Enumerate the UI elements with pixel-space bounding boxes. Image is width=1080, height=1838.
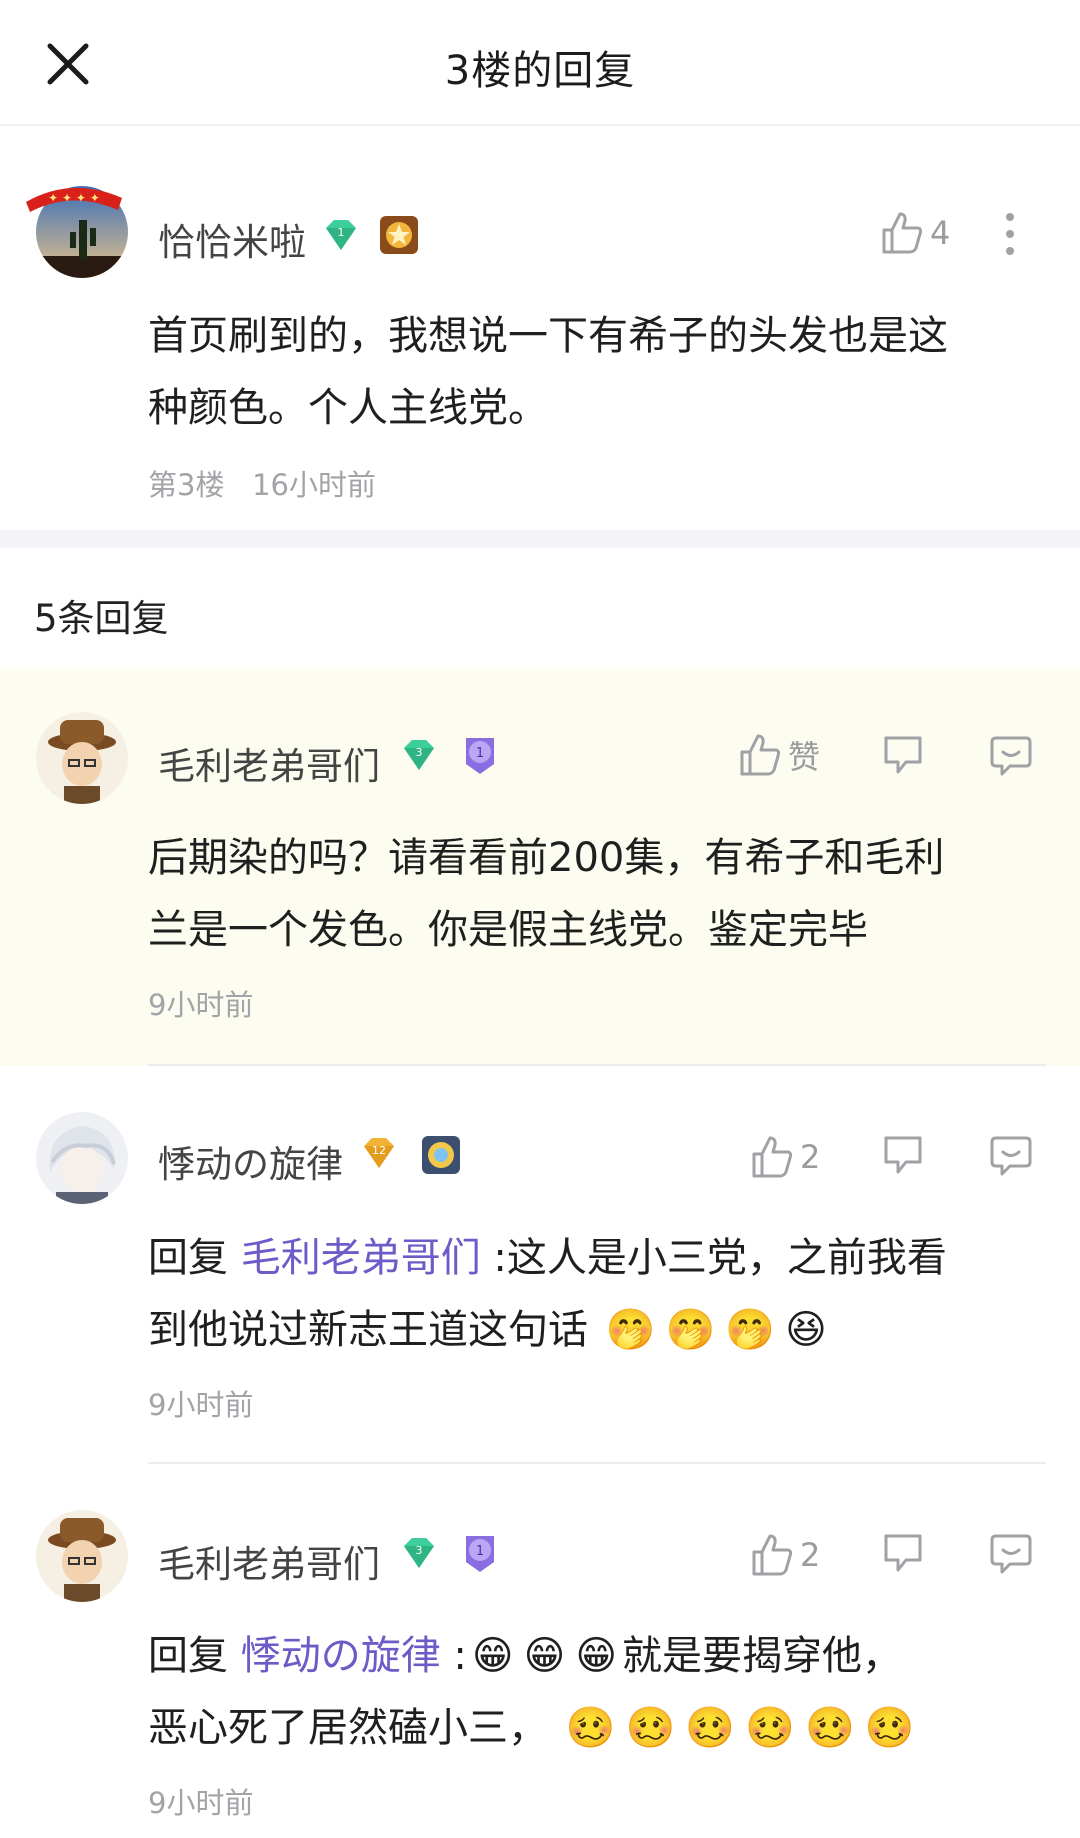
mention-link[interactable]: 悸动の旋律	[241, 1633, 441, 1679]
level-gem-icon: 3	[398, 1534, 440, 1578]
section-divider	[0, 530, 1080, 548]
medal-icon	[420, 1134, 462, 1180]
level-gem-icon: 1	[320, 216, 362, 260]
avatar[interactable]	[36, 1112, 128, 1204]
page-title: 3楼的回复	[444, 48, 636, 94]
reply-comment-icon[interactable]	[988, 1132, 1034, 1182]
like-count: 2	[800, 1138, 821, 1176]
thumbs-up-icon	[740, 734, 781, 776]
svg-text:1: 1	[476, 746, 484, 761]
reply-text: 回复 毛利老弟哥们 :这人是小三党，之前我看 到他说过新志王道这句话 🤭 🤭 🤭 😆	[148, 1235, 947, 1353]
woozy-emoji-icon: 🥴	[864, 1705, 915, 1751]
svg-text:3: 3	[416, 1544, 423, 1557]
dislike-icon[interactable]	[880, 732, 926, 782]
avatar-frame-ribbon: ✦ ✦ ✦ ✦	[22, 180, 126, 220]
like-button[interactable]: 赞	[738, 732, 820, 778]
top-bar: 3楼的回复	[0, 0, 1080, 126]
grinning-emoji-icon: 😁	[523, 1633, 566, 1679]
floor-number: 第3楼	[148, 468, 225, 502]
woozy-emoji-icon: 🥴	[625, 1705, 676, 1751]
covering-mouth-emoji-icon: 🤭	[605, 1307, 656, 1353]
like-label: 赞	[788, 738, 821, 776]
avatar[interactable]	[36, 1510, 128, 1602]
level-gem-icon: 12	[358, 1134, 400, 1178]
grinning-emoji-icon: 😁	[471, 1633, 514, 1679]
like-button[interactable]: 2	[750, 1532, 820, 1578]
laughing-emoji-icon: 😆	[785, 1307, 827, 1353]
woozy-emoji-icon: 🥴	[804, 1705, 855, 1751]
svg-text:1: 1	[476, 1544, 484, 1559]
dislike-icon[interactable]	[880, 1132, 926, 1182]
woozy-emoji-icon: 🥴	[745, 1705, 795, 1751]
thumbs-up-icon	[752, 1534, 793, 1576]
replies-count-header: 5条回复	[34, 597, 169, 640]
username[interactable]: 恰恰米啦	[158, 212, 306, 266]
reply-comment-icon[interactable]	[988, 1530, 1034, 1580]
reply-time: 9小时前	[148, 1388, 254, 1422]
woozy-emoji-icon: 🥴	[565, 1705, 616, 1751]
level-gem-icon: 3	[398, 736, 440, 780]
medal-icon: 1	[460, 734, 500, 782]
woozy-emoji-icon: 🥴	[685, 1705, 736, 1751]
svg-text:✦ ✦ ✦ ✦: ✦ ✦ ✦ ✦	[48, 191, 100, 205]
thumbs-up-icon	[752, 1136, 793, 1178]
avatar[interactable]	[36, 712, 128, 804]
comment-time: 16小时前	[252, 468, 377, 502]
covering-mouth-emoji-icon: 🤭	[725, 1307, 776, 1353]
like-button[interactable]: 4	[880, 210, 950, 256]
dislike-icon[interactable]	[880, 1530, 926, 1580]
reply-text: 后期染的吗？请看看前200集，有希子和毛利 兰是一个发色。你是假主线党。鉴定完毕	[148, 835, 945, 953]
reply-comment-icon[interactable]	[988, 732, 1034, 782]
like-count: 4	[930, 214, 951, 252]
medal-icon	[378, 214, 420, 260]
svg-text:3: 3	[416, 746, 423, 759]
like-button[interactable]: 2	[750, 1134, 820, 1180]
reply-time: 9小时前	[148, 988, 254, 1022]
username[interactable]: 毛利老弟哥们	[158, 1534, 380, 1588]
more-options-icon[interactable]	[1000, 210, 1020, 262]
comment-text: 首页刷到的，我想说一下有希子的头发也是这 种颜色。个人主线党。	[148, 313, 948, 431]
comment-meta: 第3楼 16小时前	[148, 462, 376, 504]
reply-divider	[148, 1462, 1046, 1464]
grinning-emoji-icon: 😁	[575, 1633, 618, 1679]
svg-text:12: 12	[372, 1144, 386, 1157]
like-count: 2	[800, 1536, 821, 1574]
medal-icon: 1	[460, 1532, 500, 1580]
username[interactable]: 毛利老弟哥们	[158, 736, 380, 790]
username[interactable]: 悸动の旋律	[158, 1134, 343, 1188]
reply-text: 回复 悸动の旋律 : 😁 😁 😁 就是要揭穿他， 恶心死了居然磕小三， 🥴 🥴 🥴 🥴 🥴 🥴	[148, 1633, 915, 1751]
mention-link[interactable]: 毛利老弟哥们	[241, 1235, 481, 1281]
reply-divider	[148, 1064, 1046, 1066]
covering-mouth-emoji-icon: 🤭	[665, 1307, 716, 1353]
reply-time: 9小时前	[148, 1786, 254, 1820]
svg-text:1: 1	[338, 226, 345, 239]
thumbs-up-icon	[882, 212, 923, 254]
